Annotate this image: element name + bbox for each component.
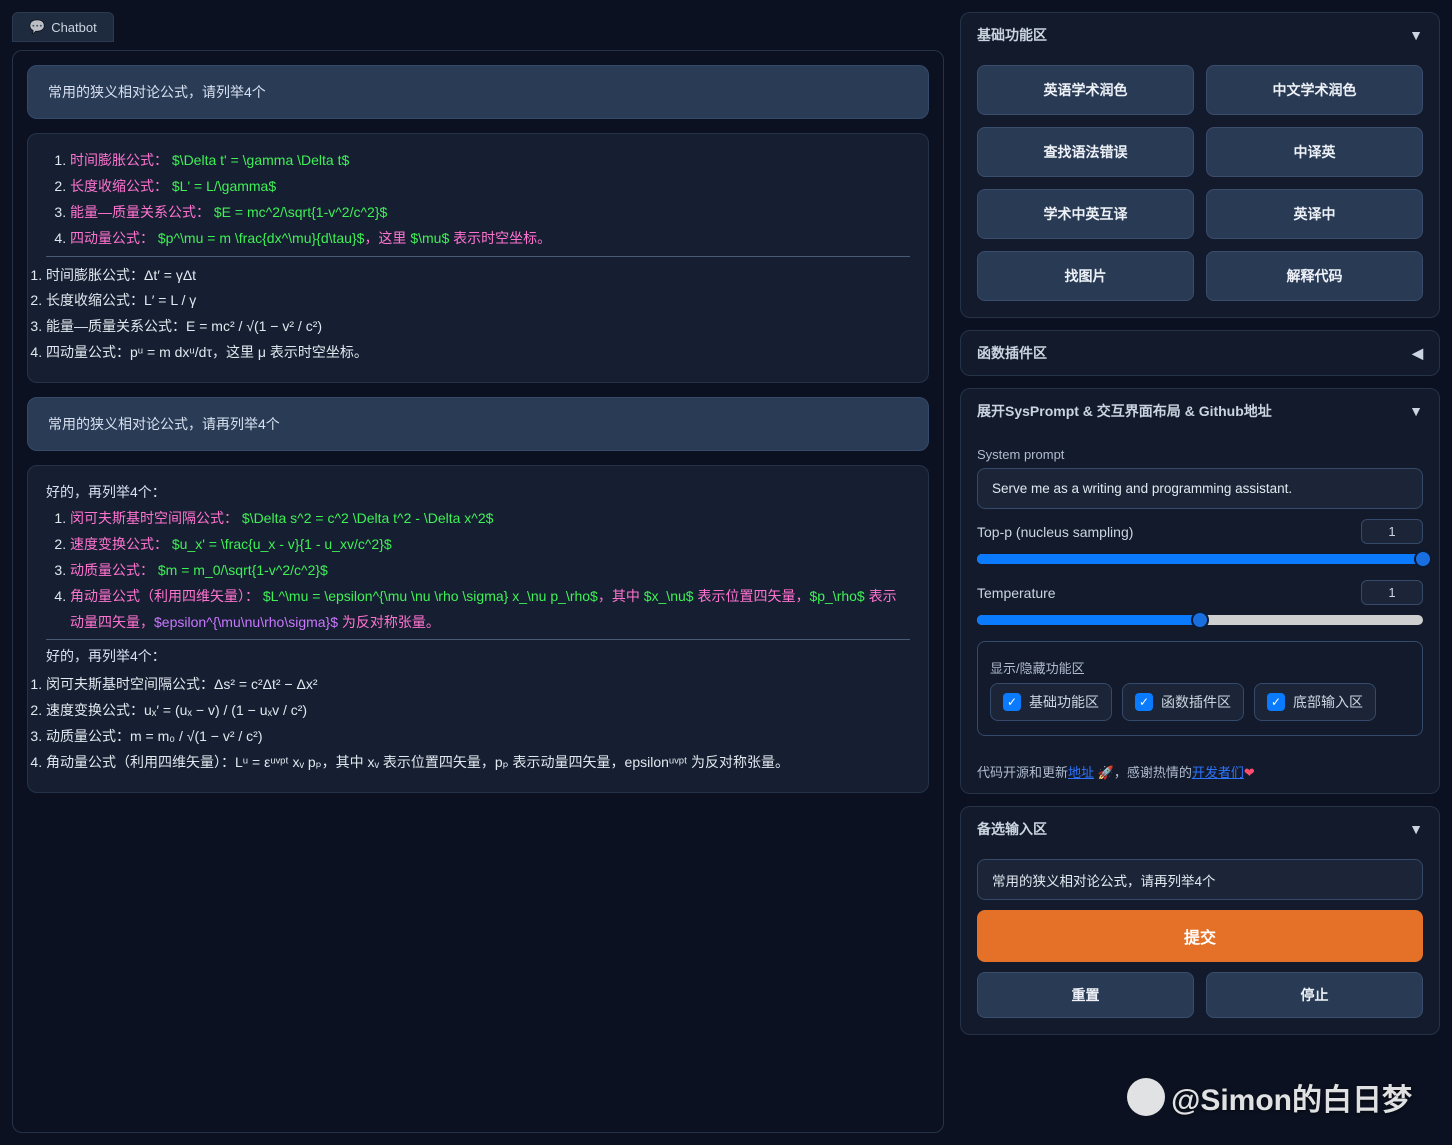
user-message: 常用的狭义相对论公式，请列举4个 <box>27 65 929 119</box>
topp-slider[interactable] <box>977 554 1423 564</box>
panel-basic-header[interactable]: 基础功能区 ▼ <box>961 13 1439 57</box>
check-icon: ✓ <box>1003 693 1021 711</box>
panel-plugins-header[interactable]: 函数插件区 ◀ <box>961 331 1439 375</box>
panel-altinput: 备选输入区 ▼ 提交 重置 停止 <box>960 806 1440 1035</box>
link-devs[interactable]: 开发者们 <box>1192 765 1244 780</box>
panel-title: 函数插件区 <box>977 343 1047 363</box>
check-bottom[interactable]: ✓ 底部输入区 <box>1254 683 1376 721</box>
check-icon: ✓ <box>1135 693 1153 711</box>
fn-button[interactable]: 英语学术润色 <box>977 65 1194 115</box>
chat-icon: 💬 <box>29 19 45 35</box>
bot-message: 好的，再列举4个： 闵可夫斯基时空间隔公式： $\Delta s^2 = c^2… <box>27 465 929 793</box>
footnote: 代码开源和更新地址 🚀，感谢热情的开发者们❤ <box>961 752 1439 793</box>
chevron-down-icon: ▼ <box>1409 821 1423 837</box>
alt-input[interactable] <box>977 859 1423 900</box>
panel-title: 展开SysPrompt & 交互界面布局 & Github地址 <box>977 401 1272 421</box>
chat-area[interactable]: 常用的狭义相对论公式，请列举4个 时间膨胀公式： $\Delta t' = \g… <box>12 50 944 1133</box>
sysprompt-input[interactable] <box>977 468 1423 509</box>
fn-button[interactable]: 学术中英互译 <box>977 189 1194 239</box>
chevron-down-icon: ▼ <box>1409 403 1423 419</box>
panel-sysprompt-header[interactable]: 展开SysPrompt & 交互界面布局 & Github地址 ▼ <box>961 389 1439 433</box>
panel-plugins: 函数插件区 ◀ <box>960 330 1440 376</box>
check-basic[interactable]: ✓ 基础功能区 <box>990 683 1112 721</box>
topp-value[interactable]: 1 <box>1361 519 1423 544</box>
panel-title: 基础功能区 <box>977 25 1047 45</box>
fn-button[interactable]: 查找语法错误 <box>977 127 1194 177</box>
check-icon: ✓ <box>1267 693 1285 711</box>
toggle-title: 显示/隐藏功能区 <box>990 658 1410 677</box>
panel-altinput-header[interactable]: 备选输入区 ▼ <box>961 807 1439 851</box>
user-message: 常用的狭义相对论公式，请再列举4个 <box>27 397 929 451</box>
sysprompt-label: System prompt <box>977 447 1423 462</box>
fn-button[interactable]: 找图片 <box>977 251 1194 301</box>
fn-button[interactable]: 英译中 <box>1206 189 1423 239</box>
panel-title: 备选输入区 <box>977 819 1047 839</box>
topp-label: Top-p (nucleus sampling) <box>977 524 1351 540</box>
check-plugins[interactable]: ✓ 函数插件区 <box>1122 683 1244 721</box>
tab-chatbot[interactable]: 💬 Chatbot <box>12 12 114 42</box>
fn-button[interactable]: 中文学术润色 <box>1206 65 1423 115</box>
panel-sysprompt: 展开SysPrompt & 交互界面布局 & Github地址 ▼ System… <box>960 388 1440 794</box>
chevron-down-icon: ▼ <box>1409 27 1423 43</box>
bot-message: 时间膨胀公式： $\Delta t' = \gamma \Delta t$ 长度… <box>27 133 929 383</box>
temp-label: Temperature <box>977 585 1351 601</box>
panel-basic: 基础功能区 ▼ 英语学术润色 中文学术润色 查找语法错误 中译英 学术中英互译 … <box>960 12 1440 318</box>
fn-button[interactable]: 解释代码 <box>1206 251 1423 301</box>
temp-value[interactable]: 1 <box>1361 580 1423 605</box>
submit-button[interactable]: 提交 <box>977 910 1423 962</box>
fn-button[interactable]: 中译英 <box>1206 127 1423 177</box>
tab-label: Chatbot <box>51 20 97 35</box>
link-repo[interactable]: 地址 <box>1068 765 1094 780</box>
temp-slider[interactable] <box>977 615 1423 625</box>
heart-icon: ❤ <box>1244 765 1255 780</box>
chevron-left-icon: ◀ <box>1412 345 1423 362</box>
rocket-icon: 🚀 <box>1098 765 1114 780</box>
reset-button[interactable]: 重置 <box>977 972 1194 1018</box>
stop-button[interactable]: 停止 <box>1206 972 1423 1018</box>
